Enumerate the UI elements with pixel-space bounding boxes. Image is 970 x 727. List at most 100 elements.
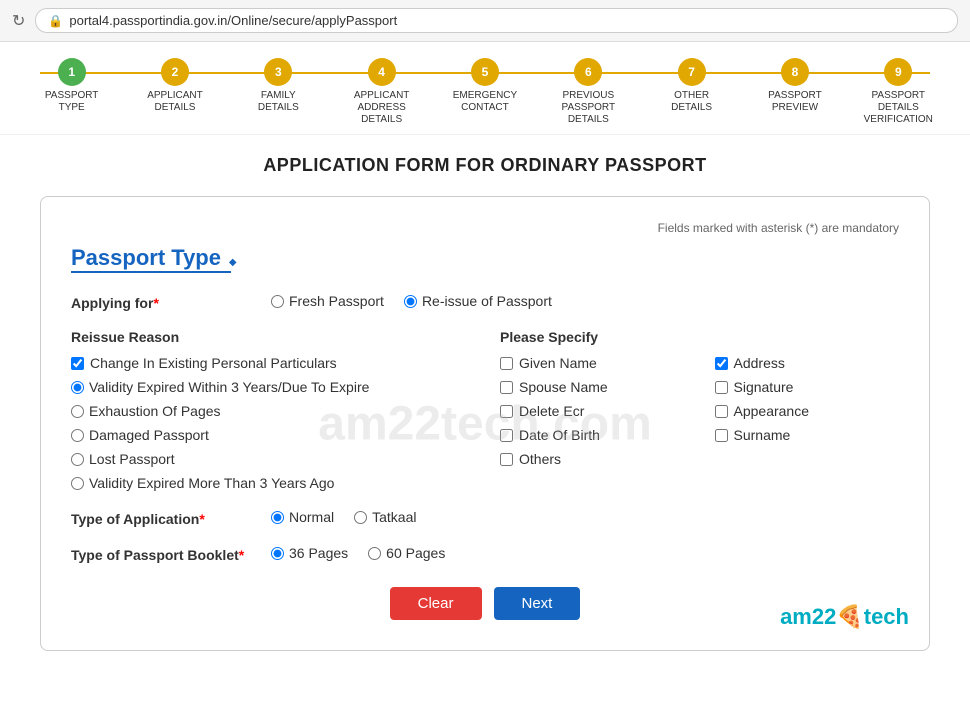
step-8[interactable]: 8 PASSPORT PREVIEW [743, 58, 846, 114]
reissue-damaged[interactable]: Damaged Passport [71, 427, 470, 443]
progress-bar: 1 PASSPORT TYPE 2 APPLICANT DETAILS 3 FA… [0, 42, 970, 135]
reissue-lost-radio[interactable] [71, 453, 84, 466]
step-2-label: APPLICANT DETAILS [140, 90, 210, 114]
booklet-60-radio[interactable] [368, 547, 381, 560]
reissue-damaged-radio[interactable] [71, 429, 84, 442]
specify-date-of-birth-label: Date Of Birth [519, 427, 600, 443]
fresh-passport-option[interactable]: Fresh Passport [271, 293, 384, 309]
refresh-icon[interactable]: ↻ [12, 11, 25, 31]
reissue-reason-options: Change In Existing Personal Particulars … [71, 355, 470, 491]
clear-button[interactable]: Clear [390, 587, 482, 620]
reissue-validity-more-radio[interactable] [71, 477, 84, 490]
specify-signature-label: Signature [734, 379, 794, 395]
specify-address[interactable]: Address [715, 355, 900, 371]
step-7[interactable]: 7 OTHER DETAILS [640, 58, 743, 114]
step-5-label: EMERGENCY CONTACT [450, 90, 520, 114]
steps-container: 1 PASSPORT TYPE 2 APPLICANT DETAILS 3 FA… [20, 58, 950, 126]
reissue-damaged-label: Damaged Passport [89, 427, 209, 443]
reissue-validity-3-radio[interactable] [71, 381, 84, 394]
specify-delete-ecr-label: Delete Ecr [519, 403, 584, 419]
step-2[interactable]: 2 APPLICANT DETAILS [123, 58, 226, 114]
step-5[interactable]: 5 EMERGENCY CONTACT [433, 58, 536, 114]
step-8-circle: 8 [781, 58, 809, 86]
specify-others-label: Others [519, 451, 561, 467]
step-4-label: APPLICANT ADDRESS DETAILS [347, 90, 417, 126]
step-9-circle: 9 [884, 58, 912, 86]
specify-appearance[interactable]: Appearance [715, 403, 900, 419]
please-specify-options: Given Name Address Spouse Name Signature [500, 355, 899, 467]
step-4-circle: 4 [368, 58, 396, 86]
type-tatkaal-option[interactable]: Tatkaal [354, 509, 416, 525]
type-tatkaal-label: Tatkaal [372, 509, 416, 525]
booklet-36-option[interactable]: 36 Pages [271, 545, 348, 561]
specify-signature[interactable]: Signature [715, 379, 900, 395]
branding-prefix: am22 [780, 604, 836, 629]
reissue-reason-col: Reissue Reason Change In Existing Person… [71, 329, 470, 491]
specify-address-checkbox[interactable] [715, 357, 728, 370]
browser-bar: ↻ 🔒 portal4.passportindia.gov.in/Online/… [0, 0, 970, 42]
reissue-validity-more-label: Validity Expired More Than 3 Years Ago [89, 475, 334, 491]
booklet-type-options: 36 Pages 60 Pages [271, 545, 445, 561]
url-text: portal4.passportindia.gov.in/Online/secu… [69, 13, 397, 28]
booklet-type-required: * [239, 547, 244, 563]
specify-others[interactable]: Others [500, 451, 685, 467]
specify-given-name-label: Given Name [519, 355, 597, 371]
reissue-exhaustion-radio[interactable] [71, 405, 84, 418]
step-3-circle: 3 [264, 58, 292, 86]
section-title: Passport Type [71, 245, 221, 270]
booklet-36-radio[interactable] [271, 547, 284, 560]
reissue-passport-option[interactable]: Re-issue of Passport [404, 293, 552, 309]
type-normal-label: Normal [289, 509, 334, 525]
specify-delete-ecr[interactable]: Delete Ecr [500, 403, 685, 419]
specify-date-of-birth-checkbox[interactable] [500, 429, 513, 442]
specify-surname[interactable]: Surname [715, 427, 900, 443]
section-diamond-icon: ◆ [229, 257, 237, 268]
reissue-validity-3[interactable]: Validity Expired Within 3 Years/Due To E… [71, 379, 470, 395]
type-tatkaal-radio[interactable] [354, 511, 367, 524]
specify-delete-ecr-checkbox[interactable] [500, 405, 513, 418]
reissue-passport-radio[interactable] [404, 295, 417, 308]
specify-given-name-checkbox[interactable] [500, 357, 513, 370]
type-normal-option[interactable]: Normal [271, 509, 334, 525]
specify-others-checkbox[interactable] [500, 453, 513, 466]
branding-suffix: tech [864, 604, 909, 629]
reissue-change-personal[interactable]: Change In Existing Personal Particulars [71, 355, 470, 371]
step-1-label: PASSPORT TYPE [37, 90, 107, 114]
branding-heart: 🍕 [836, 604, 863, 629]
type-application-options: Normal Tatkaal [271, 509, 416, 525]
reissue-change-personal-checkbox[interactable] [71, 357, 84, 370]
step-6[interactable]: 6 PREVIOUS PASSPORT DETAILS [537, 58, 640, 126]
specify-date-of-birth[interactable]: Date Of Birth [500, 427, 685, 443]
button-row: Clear Next [71, 587, 899, 620]
please-specify-col: Please Specify Given Name Address Spouse… [500, 329, 899, 491]
step-7-circle: 7 [678, 58, 706, 86]
specify-signature-checkbox[interactable] [715, 381, 728, 394]
applying-for-options: Fresh Passport Re-issue of Passport [271, 293, 552, 309]
fresh-passport-radio[interactable] [271, 295, 284, 308]
next-button[interactable]: Next [494, 587, 581, 620]
reissue-passport-label: Re-issue of Passport [422, 293, 552, 309]
step-4[interactable]: 4 APPLICANT ADDRESS DETAILS [330, 58, 433, 126]
specify-spouse-name-checkbox[interactable] [500, 381, 513, 394]
step-9[interactable]: 9 PASSPORT DETAILS VERIFICATION [847, 58, 950, 126]
specify-given-name[interactable]: Given Name [500, 355, 685, 371]
reissue-lost[interactable]: Lost Passport [71, 451, 470, 467]
step-3[interactable]: 3 FAMILY DETAILS [227, 58, 330, 114]
specify-appearance-checkbox[interactable] [715, 405, 728, 418]
booklet-60-option[interactable]: 60 Pages [368, 545, 445, 561]
specify-spouse-name[interactable]: Spouse Name [500, 379, 685, 395]
booklet-36-label: 36 Pages [289, 545, 348, 561]
type-normal-radio[interactable] [271, 511, 284, 524]
specify-surname-checkbox[interactable] [715, 429, 728, 442]
booklet-type-row: Type of Passport Booklet* 36 Pages 60 Pa… [71, 545, 899, 563]
step-1[interactable]: 1 PASSPORT TYPE [20, 58, 123, 114]
reissue-change-personal-label: Change In Existing Personal Particulars [90, 355, 337, 371]
step-2-circle: 2 [161, 58, 189, 86]
reissue-exhaustion-label: Exhaustion Of Pages [89, 403, 221, 419]
reissue-validity-more[interactable]: Validity Expired More Than 3 Years Ago [71, 475, 470, 491]
mandatory-note: Fields marked with asterisk (*) are mand… [71, 221, 899, 235]
lock-icon: 🔒 [48, 14, 63, 28]
booklet-60-label: 60 Pages [386, 545, 445, 561]
reissue-reason-title: Reissue Reason [71, 329, 470, 345]
reissue-exhaustion[interactable]: Exhaustion Of Pages [71, 403, 470, 419]
